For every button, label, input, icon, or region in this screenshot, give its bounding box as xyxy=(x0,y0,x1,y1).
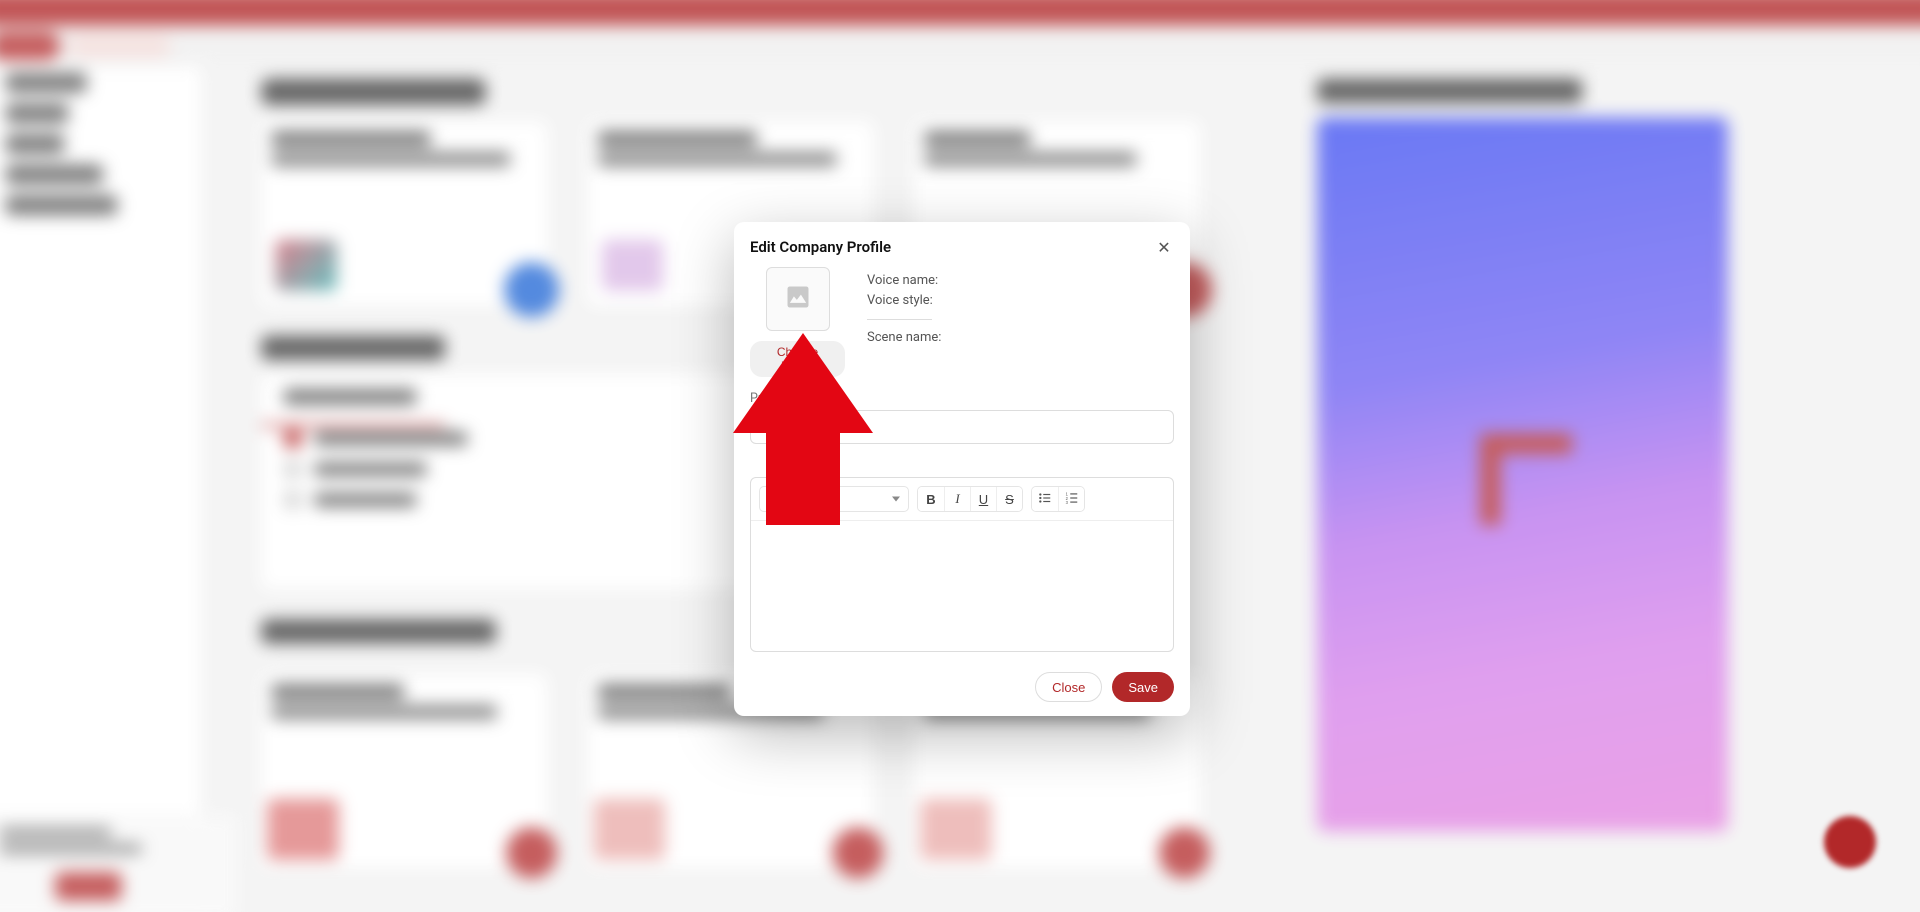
image-placeholder xyxy=(766,267,830,331)
modal-header: Edit Company Profile ✕ xyxy=(734,222,1190,267)
meta-divider xyxy=(867,319,932,320)
strikethrough-button[interactable]: S xyxy=(996,487,1022,511)
image-icon xyxy=(784,283,812,315)
editor-toolbar: B I U S 123 xyxy=(751,478,1173,521)
bullet-list-icon xyxy=(1038,491,1052,508)
underline-button[interactable]: U xyxy=(970,487,996,511)
public-name-label: Public Name xyxy=(750,391,1174,406)
public-name-input[interactable] xyxy=(750,410,1174,444)
profile-meta: Voice name: Voice style: Scene name: xyxy=(867,267,1174,377)
save-button[interactable]: Save xyxy=(1112,672,1174,702)
floating-action-button[interactable] xyxy=(1824,816,1876,868)
italic-button[interactable]: I xyxy=(944,487,970,511)
close-button[interactable]: Close xyxy=(1035,672,1102,702)
edit-company-profile-modal: Edit Company Profile ✕ Choose image Voic… xyxy=(734,222,1190,716)
voice-name-label: Voice name: xyxy=(867,271,1174,291)
choose-image-button[interactable]: Choose image xyxy=(750,341,845,377)
modal-title: Edit Company Profile xyxy=(750,238,891,256)
numbered-list-button[interactable]: 123 xyxy=(1058,487,1084,511)
paragraph-style-select[interactable] xyxy=(759,486,909,512)
scene-name-label: Scene name: xyxy=(867,328,1174,348)
svg-text:3: 3 xyxy=(1065,499,1068,504)
numbered-list-icon: 123 xyxy=(1065,491,1079,508)
bullet-list-button[interactable] xyxy=(1032,487,1058,511)
modal-close-button[interactable]: ✕ xyxy=(1154,237,1174,257)
bold-button[interactable]: B xyxy=(918,487,944,511)
about-textarea[interactable] xyxy=(751,521,1173,651)
voice-style-label: Voice style: xyxy=(867,291,1174,311)
about-editor: B I U S 123 xyxy=(750,477,1174,652)
modal-body: Choose image Voice name: Voice style: Sc… xyxy=(734,267,1190,662)
modal-footer: Close Save xyxy=(734,662,1190,716)
close-icon: ✕ xyxy=(1157,238,1170,257)
